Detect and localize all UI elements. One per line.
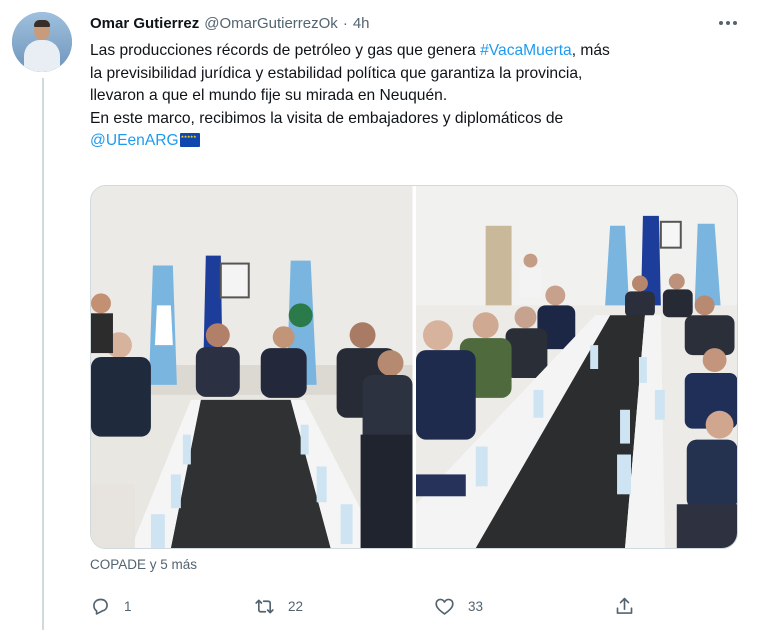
mention-link[interactable]: @UEenARG [90,132,179,149]
thread-line [42,78,44,630]
reply-button[interactable]: 1 [90,594,132,618]
separator: · [342,14,348,32]
avatar[interactable] [12,12,72,72]
author-handle[interactable]: @OmarGutierrezOk [204,15,338,32]
tweet-text: Las producciones récords de petróleo y g… [90,40,750,153]
retweet-button[interactable]: 22 [254,594,303,618]
tweet-actions: 1 22 33 [90,594,650,618]
author-name[interactable]: Omar Gutierrez [90,15,199,32]
media-grid [90,185,738,549]
retweet-count: 22 [288,598,304,614]
share-button[interactable] [614,594,648,618]
like-button[interactable]: 33 [434,594,483,618]
timestamp[interactable]: 4h [353,15,370,32]
like-count: 33 [468,598,484,614]
retweet-icon [255,599,274,613]
hashtag-link[interactable]: #VacaMuerta [480,42,572,59]
more-options-icon[interactable] [716,14,740,32]
tweet-header: Omar Gutierrez @OmarGutierrezOk · 4h [90,12,370,34]
photo-1[interactable] [91,186,413,548]
reply-count: 1 [124,598,132,614]
eu-flag-icon [179,133,200,147]
tagged-people[interactable]: COPADE y 5 más [90,557,197,572]
heart-icon [435,598,454,615]
share-icon [616,597,633,614]
photo-2[interactable] [415,186,737,548]
reply-icon [93,598,108,615]
